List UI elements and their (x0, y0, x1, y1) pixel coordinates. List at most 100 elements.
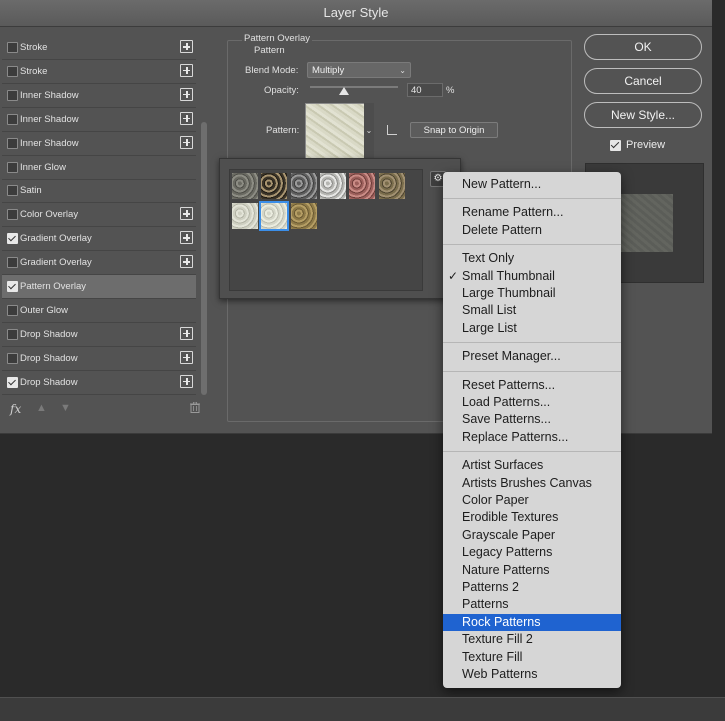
plus-icon[interactable] (180, 255, 193, 269)
opacity-slider-thumb[interactable] (339, 87, 349, 95)
menu-item[interactable]: Delete Pattern (443, 222, 621, 239)
plus-icon[interactable] (180, 87, 193, 101)
menu-item[interactable]: Rock Patterns (443, 613, 621, 631)
menu-item[interactable]: Preset Manager... (443, 348, 621, 365)
cancel-button[interactable]: Cancel (584, 68, 702, 94)
style-item[interactable]: Color Overlay (2, 203, 196, 228)
style-item[interactable]: Drop Shadow (2, 371, 196, 395)
pattern-thumbnail[interactable] (290, 173, 317, 199)
plus-icon[interactable] (180, 350, 193, 364)
preview-swatch (613, 194, 673, 252)
style-checkbox[interactable] (7, 376, 18, 388)
plus-icon[interactable] (180, 135, 193, 149)
menu-item-label: Small Thumbnail (462, 268, 555, 283)
menu-item[interactable]: Web Patterns (443, 666, 621, 683)
plus-icon[interactable] (180, 40, 193, 53)
style-item[interactable]: Gradient Overlay (2, 227, 196, 252)
style-checkbox[interactable] (7, 89, 18, 101)
style-item-label: Inner Shadow (20, 137, 79, 149)
menu-item[interactable]: Reset Patterns... (443, 377, 621, 394)
style-item-label: Pattern Overlay (20, 281, 86, 292)
menu-item[interactable]: Artists Brushes Canvas (443, 475, 621, 492)
style-checkbox[interactable] (7, 304, 18, 316)
menu-item[interactable]: Text Only (443, 250, 621, 267)
menu-item[interactable]: Patterns 2 (443, 579, 621, 596)
snap-to-origin-button[interactable]: Snap to Origin (410, 122, 498, 138)
style-checkbox[interactable] (7, 328, 18, 340)
menu-item[interactable]: New Pattern... (443, 176, 621, 193)
style-checkbox[interactable] (7, 137, 18, 149)
preview-checkbox[interactable] (610, 140, 621, 151)
menu-separator (443, 451, 621, 453)
menu-item[interactable]: Nature Patterns (443, 562, 621, 579)
style-item[interactable]: Inner Shadow (2, 108, 196, 132)
style-item[interactable]: Stroke (2, 60, 196, 84)
menu-item[interactable]: Artist Surfaces (443, 457, 621, 474)
style-item[interactable]: Outer Glow (2, 299, 196, 323)
plus-icon[interactable] (180, 207, 193, 221)
pattern-swatch[interactable] (305, 103, 365, 161)
style-item[interactable]: Inner Shadow (2, 84, 196, 108)
style-checkbox[interactable] (7, 281, 18, 292)
trash-icon[interactable] (190, 402, 200, 413)
menu-item[interactable]: Color Paper (443, 492, 621, 509)
style-checkbox[interactable] (7, 352, 18, 364)
menu-item[interactable]: ✓ Small Thumbnail (443, 268, 621, 285)
plus-icon[interactable] (180, 63, 193, 77)
pattern-thumbnail[interactable] (261, 173, 288, 199)
style-item[interactable]: Drop Shadow (2, 323, 196, 347)
menu-item[interactable]: Load Patterns... (443, 394, 621, 411)
menu-item[interactable]: Rename Pattern... (443, 204, 621, 221)
menu-item[interactable]: Large List (443, 320, 621, 337)
style-checkbox[interactable] (7, 233, 18, 245)
menu-item[interactable]: Grayscale Paper (443, 527, 621, 544)
pattern-thumbnail[interactable] (319, 173, 346, 199)
plus-icon[interactable] (180, 326, 193, 340)
menu-item[interactable]: Large Thumbnail (443, 285, 621, 302)
style-checkbox[interactable] (7, 185, 18, 197)
menu-item[interactable]: Legacy Patterns (443, 544, 621, 561)
menu-item[interactable]: Erodible Textures (443, 509, 621, 526)
plus-icon[interactable] (180, 374, 193, 388)
menu-item[interactable]: Small List (443, 302, 621, 319)
pattern-thumbnail[interactable] (232, 173, 258, 199)
plus-icon[interactable] (180, 231, 193, 245)
arrow-up-icon[interactable]: ▲ (36, 402, 47, 414)
fx-button[interactable]: fx (10, 402, 21, 416)
style-checkbox[interactable] (7, 209, 18, 221)
style-checkbox[interactable] (7, 113, 18, 125)
new-style-button[interactable]: New Style... (584, 102, 702, 128)
style-checkbox[interactable] (7, 65, 18, 77)
arrow-down-icon[interactable]: ▼ (60, 402, 71, 414)
style-item[interactable]: Stroke (2, 36, 196, 60)
chevron-down-icon[interactable]: ⌄ (364, 103, 374, 159)
pattern-thumbnail[interactable] (349, 173, 376, 199)
pattern-thumbnail[interactable] (259, 200, 290, 231)
style-item[interactable]: Gradient Overlay (2, 251, 196, 276)
style-checkbox[interactable] (7, 161, 18, 173)
style-checkbox[interactable] (7, 257, 18, 269)
plus-icon[interactable] (180, 111, 193, 125)
styles-list-scrollbar[interactable] (201, 122, 207, 395)
style-item[interactable]: Pattern Overlay (2, 275, 196, 299)
menu-item[interactable]: Patterns (443, 596, 621, 613)
blend-mode-select[interactable]: Multiply ⌄ (307, 62, 411, 78)
style-item[interactable]: Inner Shadow (2, 132, 196, 156)
style-item[interactable]: Satin (2, 179, 196, 204)
pattern-thumbnail[interactable] (232, 202, 258, 229)
new-preset-icon[interactable] (387, 125, 397, 135)
menu-item[interactable]: Texture Fill 2 (443, 631, 621, 648)
ok-button[interactable]: OK (584, 34, 702, 60)
menu-item[interactable]: Texture Fill (443, 649, 621, 666)
style-checkbox[interactable] (7, 42, 18, 53)
menu-item-label: Color Paper (462, 493, 529, 507)
opacity-input[interactable]: 40 (407, 83, 443, 97)
style-item[interactable]: Inner Glow (2, 156, 196, 180)
pattern-thumbnail[interactable] (290, 202, 317, 229)
menu-item[interactable]: Save Patterns... (443, 411, 621, 428)
menu-item-label: Load Patterns... (462, 395, 551, 409)
style-item[interactable]: Drop Shadow (2, 347, 196, 371)
menu-item[interactable]: Replace Patterns... (443, 429, 621, 446)
opacity-slider-track[interactable] (310, 86, 398, 88)
pattern-thumbnail[interactable] (378, 173, 405, 199)
